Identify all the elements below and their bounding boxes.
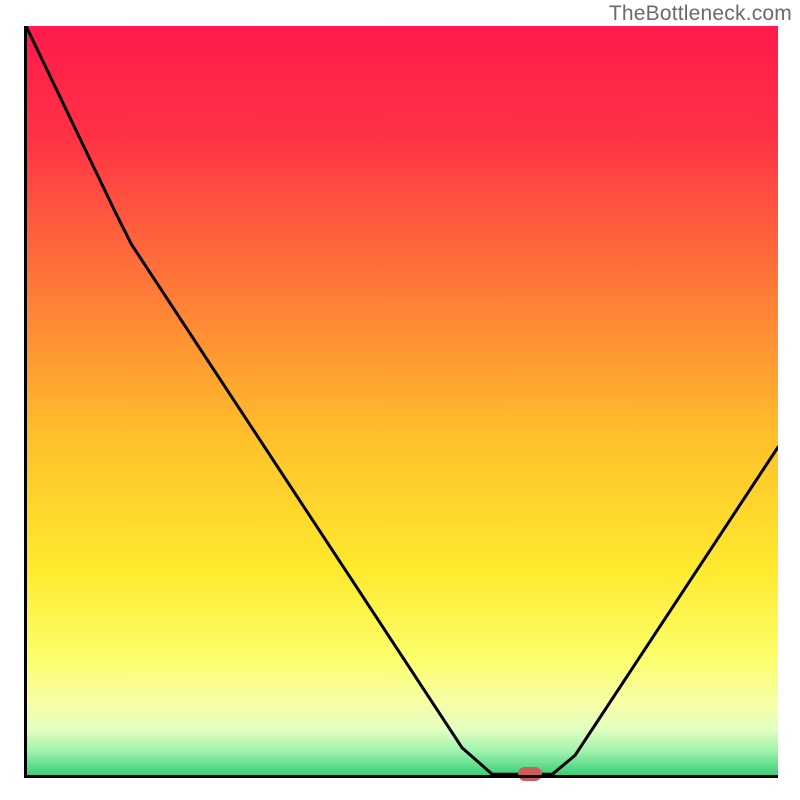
bottleneck-chart: TheBottleneck.com — [0, 0, 800, 800]
x-axis — [26, 775, 778, 778]
y-axis — [24, 26, 27, 778]
heat-gradient-background — [26, 26, 778, 778]
plot-area — [26, 26, 778, 778]
watermark-text: TheBottleneck.com — [609, 2, 792, 26]
